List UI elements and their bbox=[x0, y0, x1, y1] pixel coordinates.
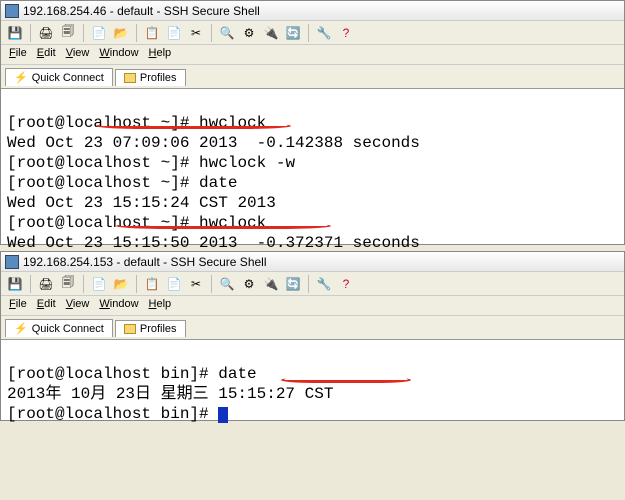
term-line: [root@localhost ~]# date bbox=[7, 174, 237, 192]
find-icon[interactable]: 🔍 bbox=[217, 23, 237, 43]
ssh-window-2: 192.168.254.153 - default - SSH Secure S… bbox=[0, 251, 625, 421]
settings-icon[interactable]: ⚙ bbox=[239, 274, 259, 294]
tab-label: Profiles bbox=[140, 323, 177, 335]
refresh-icon[interactable]: 🔄 bbox=[283, 23, 303, 43]
paste-icon[interactable]: 📄 bbox=[164, 274, 184, 294]
menu-view[interactable]: View bbox=[66, 298, 90, 313]
folder-icon bbox=[124, 73, 136, 83]
open-icon[interactable]: 📂 bbox=[111, 23, 131, 43]
menu-edit[interactable]: Edit bbox=[37, 298, 56, 313]
tab-label: Quick Connect bbox=[32, 72, 104, 84]
annotation-underline bbox=[281, 377, 411, 383]
copy-icon[interactable]: 📋 bbox=[142, 23, 162, 43]
tools-icon[interactable]: 🔧 bbox=[314, 274, 334, 294]
term-line: Wed Oct 23 07:09:06 2013 -0.142388 secon… bbox=[7, 134, 420, 152]
ssh-window-1: 192.168.254.46 - default - SSH Secure Sh… bbox=[0, 0, 625, 245]
menu-edit[interactable]: Edit bbox=[37, 47, 56, 62]
terminal-1[interactable]: [root@localhost ~]# hwclock Wed Oct 23 0… bbox=[1, 89, 624, 244]
annotation-underline bbox=[96, 123, 291, 129]
print-preview-icon[interactable]: 🗐 bbox=[58, 274, 78, 294]
tab-label: Quick Connect bbox=[32, 323, 104, 335]
toolbar-2: 💾 🖨 🗐 📄 📂 📋 📄 ✂ 🔍 ⚙ 🔌 🔄 🔧 ? bbox=[1, 272, 624, 296]
tools-icon[interactable]: 🔧 bbox=[314, 23, 334, 43]
menu-view[interactable]: View bbox=[66, 47, 90, 62]
find-icon[interactable]: 🔍 bbox=[217, 274, 237, 294]
lightning-icon bbox=[14, 71, 28, 84]
lightning-icon bbox=[14, 322, 28, 335]
menubar-2: File Edit View Window Help bbox=[1, 296, 624, 316]
terminal-2[interactable]: [root@localhost bin]# date 2013年 10月 23日… bbox=[1, 340, 624, 420]
save-icon[interactable]: 💾 bbox=[5, 23, 25, 43]
term-line: [root@localhost bin]# bbox=[7, 405, 228, 423]
separator bbox=[136, 24, 137, 42]
menu-window[interactable]: Window bbox=[99, 47, 138, 62]
new-icon[interactable]: 📄 bbox=[89, 23, 109, 43]
cursor bbox=[218, 407, 228, 423]
menu-file[interactable]: File bbox=[9, 47, 27, 62]
paste-icon[interactable]: 📄 bbox=[164, 23, 184, 43]
term-line: Wed Oct 23 15:15:50 2013 -0.372371 secon… bbox=[7, 234, 420, 252]
titlebar-2: 192.168.254.153 - default - SSH Secure S… bbox=[1, 252, 624, 272]
tab-quick-connect[interactable]: Quick Connect bbox=[5, 68, 113, 86]
separator bbox=[308, 275, 309, 293]
disconnect-icon[interactable]: 🔌 bbox=[261, 23, 281, 43]
tabbar-2: Quick Connect Profiles bbox=[1, 316, 624, 340]
new-icon[interactable]: 📄 bbox=[89, 274, 109, 294]
copy-icon[interactable]: 📋 bbox=[142, 274, 162, 294]
toolbar-1: 💾 🖨 🗐 📄 📂 📋 📄 ✂ 🔍 ⚙ 🔌 🔄 🔧 ? bbox=[1, 21, 624, 45]
settings-icon[interactable]: ⚙ bbox=[239, 23, 259, 43]
menu-window[interactable]: Window bbox=[99, 298, 138, 313]
separator bbox=[211, 24, 212, 42]
tab-profiles[interactable]: Profiles bbox=[115, 69, 186, 86]
term-line: [root@localhost ~]# hwclock -w bbox=[7, 154, 295, 172]
term-line: [root@localhost bin]# date bbox=[7, 365, 257, 383]
tab-label: Profiles bbox=[140, 72, 177, 84]
help-icon[interactable]: ? bbox=[336, 23, 356, 43]
tab-quick-connect[interactable]: Quick Connect bbox=[5, 319, 113, 337]
disconnect-icon[interactable]: 🔌 bbox=[261, 274, 281, 294]
tabbar-1: Quick Connect Profiles bbox=[1, 65, 624, 89]
window-title: 192.168.254.46 - default - SSH Secure Sh… bbox=[23, 4, 260, 18]
help-icon[interactable]: ? bbox=[336, 274, 356, 294]
refresh-icon[interactable]: 🔄 bbox=[283, 274, 303, 294]
annotation-underline bbox=[116, 223, 331, 229]
titlebar-1: 192.168.254.46 - default - SSH Secure Sh… bbox=[1, 1, 624, 21]
cut-icon[interactable]: ✂ bbox=[186, 274, 206, 294]
print-icon[interactable]: 🖨 bbox=[36, 23, 56, 43]
tab-profiles[interactable]: Profiles bbox=[115, 320, 186, 337]
app-icon bbox=[5, 4, 19, 18]
term-line: 2013年 10月 23日 星期三 15:15:27 CST bbox=[7, 385, 333, 403]
separator bbox=[83, 275, 84, 293]
separator bbox=[30, 24, 31, 42]
menu-help[interactable]: Help bbox=[149, 298, 172, 313]
menu-help[interactable]: Help bbox=[149, 47, 172, 62]
folder-icon bbox=[124, 324, 136, 334]
separator bbox=[83, 24, 84, 42]
separator bbox=[211, 275, 212, 293]
menubar-1: File Edit View Window Help bbox=[1, 45, 624, 65]
print-preview-icon[interactable]: 🗐 bbox=[58, 23, 78, 43]
term-line: Wed Oct 23 15:15:24 CST 2013 bbox=[7, 194, 276, 212]
separator bbox=[136, 275, 137, 293]
window-title: 192.168.254.153 - default - SSH Secure S… bbox=[23, 255, 267, 269]
open-icon[interactable]: 📂 bbox=[111, 274, 131, 294]
separator bbox=[308, 24, 309, 42]
cut-icon[interactable]: ✂ bbox=[186, 23, 206, 43]
